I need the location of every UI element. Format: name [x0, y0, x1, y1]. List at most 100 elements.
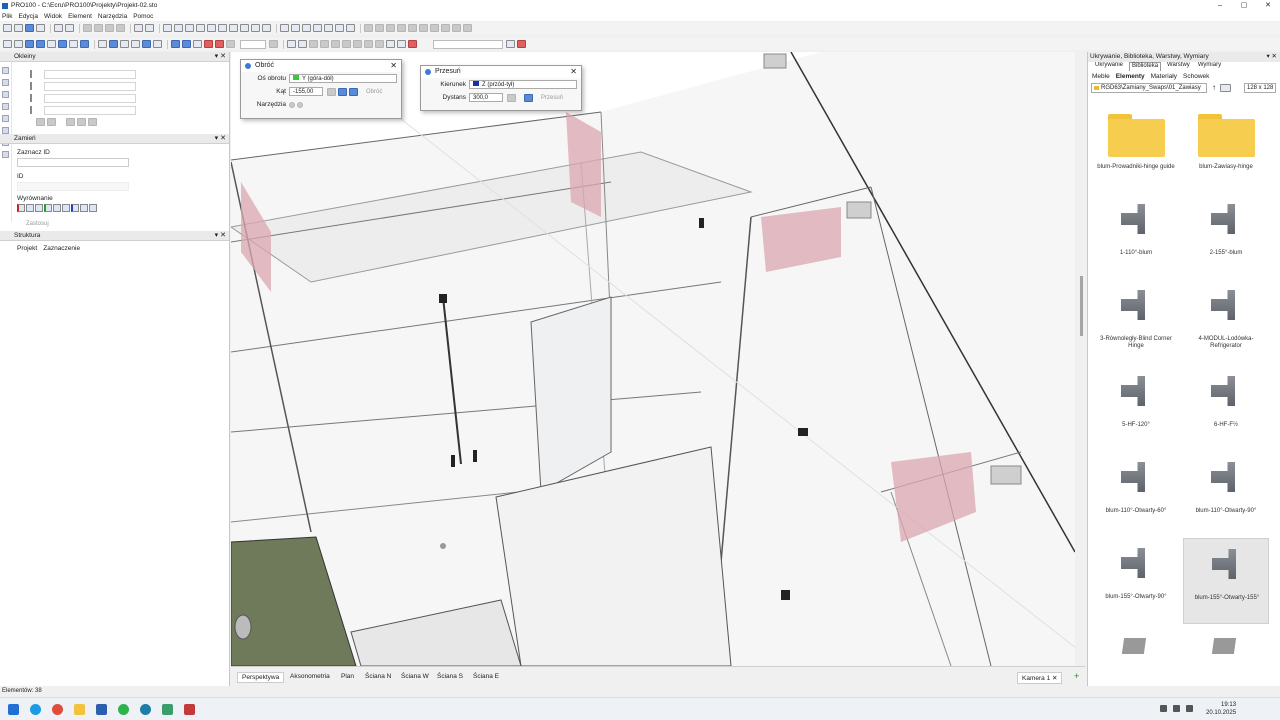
save-as-icon[interactable]: [36, 24, 45, 32]
zoom-icon[interactable]: [196, 24, 205, 32]
view-persp-icon[interactable]: [80, 40, 89, 48]
door-icon[interactable]: [302, 24, 311, 32]
pro100-icon[interactable]: [184, 704, 195, 715]
edge-tool-icon[interactable]: [2, 79, 9, 86]
view-top-icon[interactable]: [3, 40, 12, 48]
rotate-icon[interactable]: [120, 40, 129, 48]
panel-controls[interactable]: ▾ ✕: [215, 231, 226, 241]
refresh-icon[interactable]: [331, 40, 340, 48]
ungroup-icon[interactable]: [441, 24, 450, 32]
snap-icon[interactable]: [171, 40, 180, 48]
rotate-right-icon[interactable]: [349, 87, 358, 96]
light-icon[interactable]: [240, 24, 249, 32]
snap-edge-icon[interactable]: [182, 40, 191, 48]
plinth-icon[interactable]: [335, 24, 344, 32]
panel-controls[interactable]: ▾ ✕: [1266, 52, 1277, 62]
align-center-icon[interactable]: [408, 24, 417, 32]
subtab-elementy[interactable]: Elementy: [1116, 73, 1145, 80]
render-icon[interactable]: [251, 24, 260, 32]
library-item[interactable]: 5-HF-120°: [1093, 366, 1179, 452]
chrome-icon[interactable]: [52, 704, 63, 715]
angle-input[interactable]: -155,00: [289, 87, 323, 96]
delete-icon[interactable]: [116, 24, 125, 32]
show-icon[interactable]: [353, 40, 362, 48]
menu-view[interactable]: Widok: [44, 13, 62, 20]
edge-front-combo[interactable]: [44, 69, 136, 79]
library-item[interactable]: 3-Równoległy-Blind Corner Hinge: [1093, 280, 1179, 366]
frame-icon[interactable]: [185, 24, 194, 32]
library-item[interactable]: blum-Zawiasy-hinge: [1183, 108, 1269, 194]
align-depth-icon[interactable]: [80, 204, 88, 212]
group-icon[interactable]: [430, 24, 439, 32]
snap-point-icon[interactable]: [193, 40, 202, 48]
subtab-meble[interactable]: Meble: [1092, 73, 1110, 80]
edge-icon[interactable]: [320, 40, 329, 48]
tool-pick-icon[interactable]: [289, 101, 295, 108]
close-button[interactable]: ✕: [1256, 0, 1280, 11]
tab-warstwy[interactable]: Warstwy: [1165, 62, 1192, 71]
hole-icon[interactable]: [364, 40, 373, 48]
zoom-combo[interactable]: [240, 39, 266, 49]
redo-icon[interactable]: [145, 24, 154, 32]
worktop-icon[interactable]: [346, 24, 355, 32]
view-3d-icon[interactable]: [58, 40, 67, 48]
tab-perspektywa[interactable]: Perspektywa: [237, 672, 285, 683]
layers-icon[interactable]: [174, 24, 183, 32]
library-path-combo[interactable]: RGD63\Zamiany_Swaps\01_Zawiasy: [1091, 82, 1207, 93]
windows-start-icon[interactable]: [8, 704, 19, 715]
edge-tool-icon[interactable]: [2, 103, 9, 110]
edge-right-combo[interactable]: [44, 105, 136, 115]
align-bottom-icon[interactable]: [397, 24, 406, 32]
chevron-up-icon[interactable]: [1160, 705, 1167, 712]
edge-tool-icon[interactable]: [2, 115, 9, 122]
axis-select[interactable]: Y (góra-dół): [289, 74, 397, 83]
undo-icon[interactable]: [134, 24, 143, 32]
tab-sciana-n[interactable]: Ściana N: [365, 673, 391, 680]
color-icon[interactable]: [262, 24, 271, 32]
distance-input[interactable]: 300,0: [469, 93, 503, 102]
align-left-icon[interactable]: [364, 24, 373, 32]
menu-edit[interactable]: Edycja: [18, 13, 38, 20]
library-item[interactable]: blum-155°-Otwarty-90°: [1093, 538, 1179, 624]
stop-icon[interactable]: [408, 40, 417, 48]
library-item[interactable]: [1093, 624, 1179, 674]
zoom-window-icon[interactable]: [207, 24, 216, 32]
edge-all-icon[interactable]: [36, 118, 45, 126]
edge-back-combo[interactable]: [44, 81, 136, 91]
tab-sciana-e[interactable]: Ściana E: [473, 673, 499, 680]
zoom-out-icon[interactable]: [226, 40, 235, 48]
menu-file[interactable]: Plik: [2, 13, 12, 20]
print-icon[interactable]: [54, 24, 63, 32]
move-icon[interactable]: [109, 40, 118, 48]
library-item[interactable]: 6-HF-F½: [1183, 366, 1269, 452]
edge-long-icon[interactable]: [66, 118, 75, 126]
target-icon[interactable]: [215, 40, 224, 48]
library-item[interactable]: 1-110°-blum: [1093, 194, 1179, 280]
panel-controls[interactable]: ▾ ✕: [215, 52, 226, 62]
direction-select[interactable]: Z (przód-tył): [469, 80, 577, 89]
add-camera-icon[interactable]: +: [1074, 671, 1079, 681]
paste-icon[interactable]: [105, 24, 114, 32]
mirror-icon[interactable]: [463, 24, 472, 32]
tab-biblioteka[interactable]: Biblioteka: [1129, 62, 1162, 71]
layer-remove-icon[interactable]: [517, 40, 526, 48]
label-icon[interactable]: [397, 40, 406, 48]
panel-controls[interactable]: ▾ ✕: [215, 134, 226, 144]
measure-icon[interactable]: [386, 40, 395, 48]
move-apply-button[interactable]: Przesuń: [541, 95, 563, 101]
texture-icon[interactable]: [298, 40, 307, 48]
scale-icon[interactable]: [131, 40, 140, 48]
menu-element[interactable]: Element: [68, 13, 92, 20]
tab-wymiary[interactable]: Wymiary: [1196, 62, 1223, 71]
edge-tool-icon[interactable]: [2, 127, 9, 134]
library-item[interactable]: blum-110°-Otwarty-90°: [1183, 452, 1269, 538]
cut-icon[interactable]: [83, 24, 92, 32]
3d-viewport[interactable]: Obróć ✕ Oś obrotu Y (góra-dół) Kąt -155,…: [231, 52, 1075, 666]
edge-tool-icon[interactable]: [2, 91, 9, 98]
align-front-icon[interactable]: [71, 204, 79, 212]
clock[interactable]: 19:13 20.10.2025: [1206, 701, 1236, 717]
align-right-icon[interactable]: [375, 24, 384, 32]
tab-sciana-s[interactable]: Ściana S: [437, 673, 463, 680]
zoom-in-icon[interactable]: [269, 40, 278, 48]
library-item[interactable]: 2-155°-blum: [1183, 194, 1269, 280]
